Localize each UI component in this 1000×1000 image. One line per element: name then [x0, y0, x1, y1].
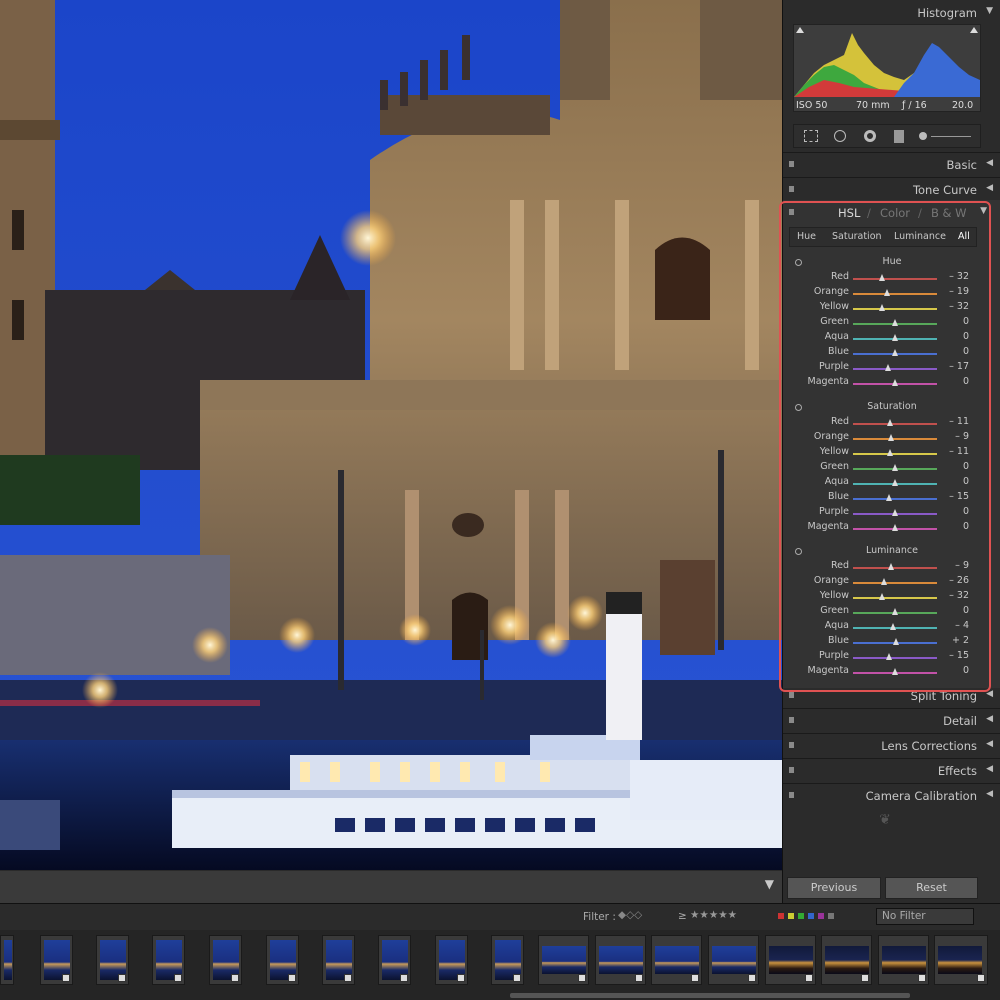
- brush-icon[interactable]: [919, 132, 927, 140]
- filmstrip-thumbnail[interactable]: [538, 935, 589, 985]
- iso-value: ISO 50: [796, 100, 828, 111]
- filmstrip-thumbnail[interactable]: [708, 935, 759, 985]
- tool-strip: [793, 124, 981, 148]
- lens-corrections-title: Lens Corrections: [881, 739, 977, 753]
- rating-stars[interactable]: ★★★★★: [690, 909, 737, 921]
- histogram-title: Histogram: [917, 6, 977, 20]
- highlight-clip-icon[interactable]: [970, 27, 978, 33]
- color-label-red-icon[interactable]: [778, 913, 784, 919]
- edit-badge-icon: [513, 974, 521, 982]
- image-toolbar: ▼: [0, 870, 782, 903]
- shutter-value: 20.0: [952, 100, 974, 111]
- edit-badge-icon: [805, 974, 813, 982]
- edit-badge-icon: [62, 974, 70, 982]
- filmstrip-thumbnail[interactable]: [322, 935, 355, 985]
- reset-button[interactable]: Reset: [885, 877, 978, 899]
- detail-title: Detail: [943, 714, 977, 728]
- edit-badge-icon: [977, 974, 985, 982]
- camera-calibration-header[interactable]: Camera Calibration ◀: [783, 783, 1000, 808]
- filmstrip-bar: Filter : ◆◇◇ ≥ ★★★★★ No Filter: [0, 903, 1000, 930]
- filmstrip-thumbnail[interactable]: [96, 935, 129, 985]
- filmstrip-thumbnail[interactable]: [0, 935, 14, 985]
- expand-icon[interactable]: ◀: [986, 714, 993, 724]
- histogram: ISO 50 70 mm ƒ / 16 20.0: [793, 24, 981, 112]
- hsl-highlight-box: [779, 201, 991, 692]
- filmstrip-thumbnail[interactable]: [934, 935, 988, 985]
- panel-end-ornament: ❦: [879, 812, 891, 828]
- filter-preset-value: No Filter: [882, 910, 926, 922]
- filmstrip-thumbnail[interactable]: [266, 935, 299, 985]
- color-label-purple-icon[interactable]: [818, 913, 824, 919]
- filter-preset-select[interactable]: No Filter: [876, 908, 974, 925]
- expand-icon[interactable]: ◀: [986, 764, 993, 774]
- filmstrip-thumbnail[interactable]: [878, 935, 929, 985]
- graduated-filter-icon[interactable]: [894, 130, 904, 143]
- expand-icon[interactable]: ◀: [986, 739, 993, 749]
- edit-badge-icon: [578, 974, 586, 982]
- filmstrip-thumbnail[interactable]: [378, 935, 411, 985]
- toolbar-menu-icon[interactable]: ▼: [765, 877, 774, 891]
- shadow-clip-icon[interactable]: [796, 27, 804, 33]
- edit-badge-icon: [457, 974, 465, 982]
- photo-preview[interactable]: [0, 0, 782, 870]
- effects-header[interactable]: Effects ◀: [783, 758, 1000, 783]
- filmstrip-thumbnail[interactable]: [491, 935, 524, 985]
- crop-icon[interactable]: [804, 130, 818, 142]
- collapse-icon[interactable]: ▼: [986, 6, 993, 16]
- filmstrip-thumbnail[interactable]: [209, 935, 242, 985]
- camera-calibration-title: Camera Calibration: [865, 789, 977, 803]
- filmstrip-thumbnail[interactable]: [152, 935, 185, 985]
- histogram-header[interactable]: Histogram ▼: [783, 0, 1000, 25]
- filter-label: Filter :: [583, 911, 616, 923]
- filmstrip-thumbnail[interactable]: [765, 935, 816, 985]
- lens-corrections-header[interactable]: Lens Corrections ◀: [783, 733, 1000, 758]
- edit-badge-icon: [231, 974, 239, 982]
- focal-length: 70 mm: [856, 100, 890, 111]
- basic-title: Basic: [946, 158, 977, 172]
- filmstrip: [0, 930, 1000, 1000]
- red-eye-icon[interactable]: [864, 130, 876, 142]
- spot-removal-icon[interactable]: [834, 130, 846, 142]
- expand-icon[interactable]: ◀: [986, 183, 993, 193]
- filmstrip-thumbnail[interactable]: [40, 935, 73, 985]
- brush-slider[interactable]: [931, 136, 971, 137]
- expand-icon[interactable]: ◀: [986, 158, 993, 168]
- rating-operator[interactable]: ≥: [678, 910, 687, 922]
- edit-badge-icon: [400, 974, 408, 982]
- filmstrip-thumbnail[interactable]: [821, 935, 872, 985]
- edit-badge-icon: [288, 974, 296, 982]
- edit-badge-icon: [748, 974, 756, 982]
- previous-button[interactable]: Previous: [787, 877, 881, 899]
- edit-badge-icon: [691, 974, 699, 982]
- tone-curve-title: Tone Curve: [912, 183, 977, 197]
- edit-badge-icon: [344, 974, 352, 982]
- tone-curve-header[interactable]: Tone Curve ◀: [783, 177, 1000, 202]
- edit-badge-icon: [174, 974, 182, 982]
- color-label-green-icon[interactable]: [798, 913, 804, 919]
- edit-badge-icon: [918, 974, 926, 982]
- filmstrip-scrollbar[interactable]: [510, 993, 910, 998]
- detail-header[interactable]: Detail ◀: [783, 708, 1000, 733]
- edit-badge-icon: [861, 974, 869, 982]
- edit-badge-icon: [118, 974, 126, 982]
- filmstrip-thumbnail[interactable]: [595, 935, 646, 985]
- color-label-blue-icon[interactable]: [808, 913, 814, 919]
- aperture-value: ƒ / 16: [902, 100, 927, 111]
- color-label-yellow-icon[interactable]: [788, 913, 794, 919]
- edit-badge-icon: [635, 974, 643, 982]
- filmstrip-thumbnail[interactable]: [435, 935, 468, 985]
- expand-icon[interactable]: ◀: [986, 789, 993, 799]
- color-label-none-icon[interactable]: [828, 913, 834, 919]
- filmstrip-thumbnail[interactable]: [651, 935, 702, 985]
- effects-title: Effects: [937, 764, 977, 778]
- flag-filter-icon[interactable]: ◆◇◇: [618, 909, 642, 921]
- basic-header[interactable]: Basic ◀: [783, 152, 1000, 177]
